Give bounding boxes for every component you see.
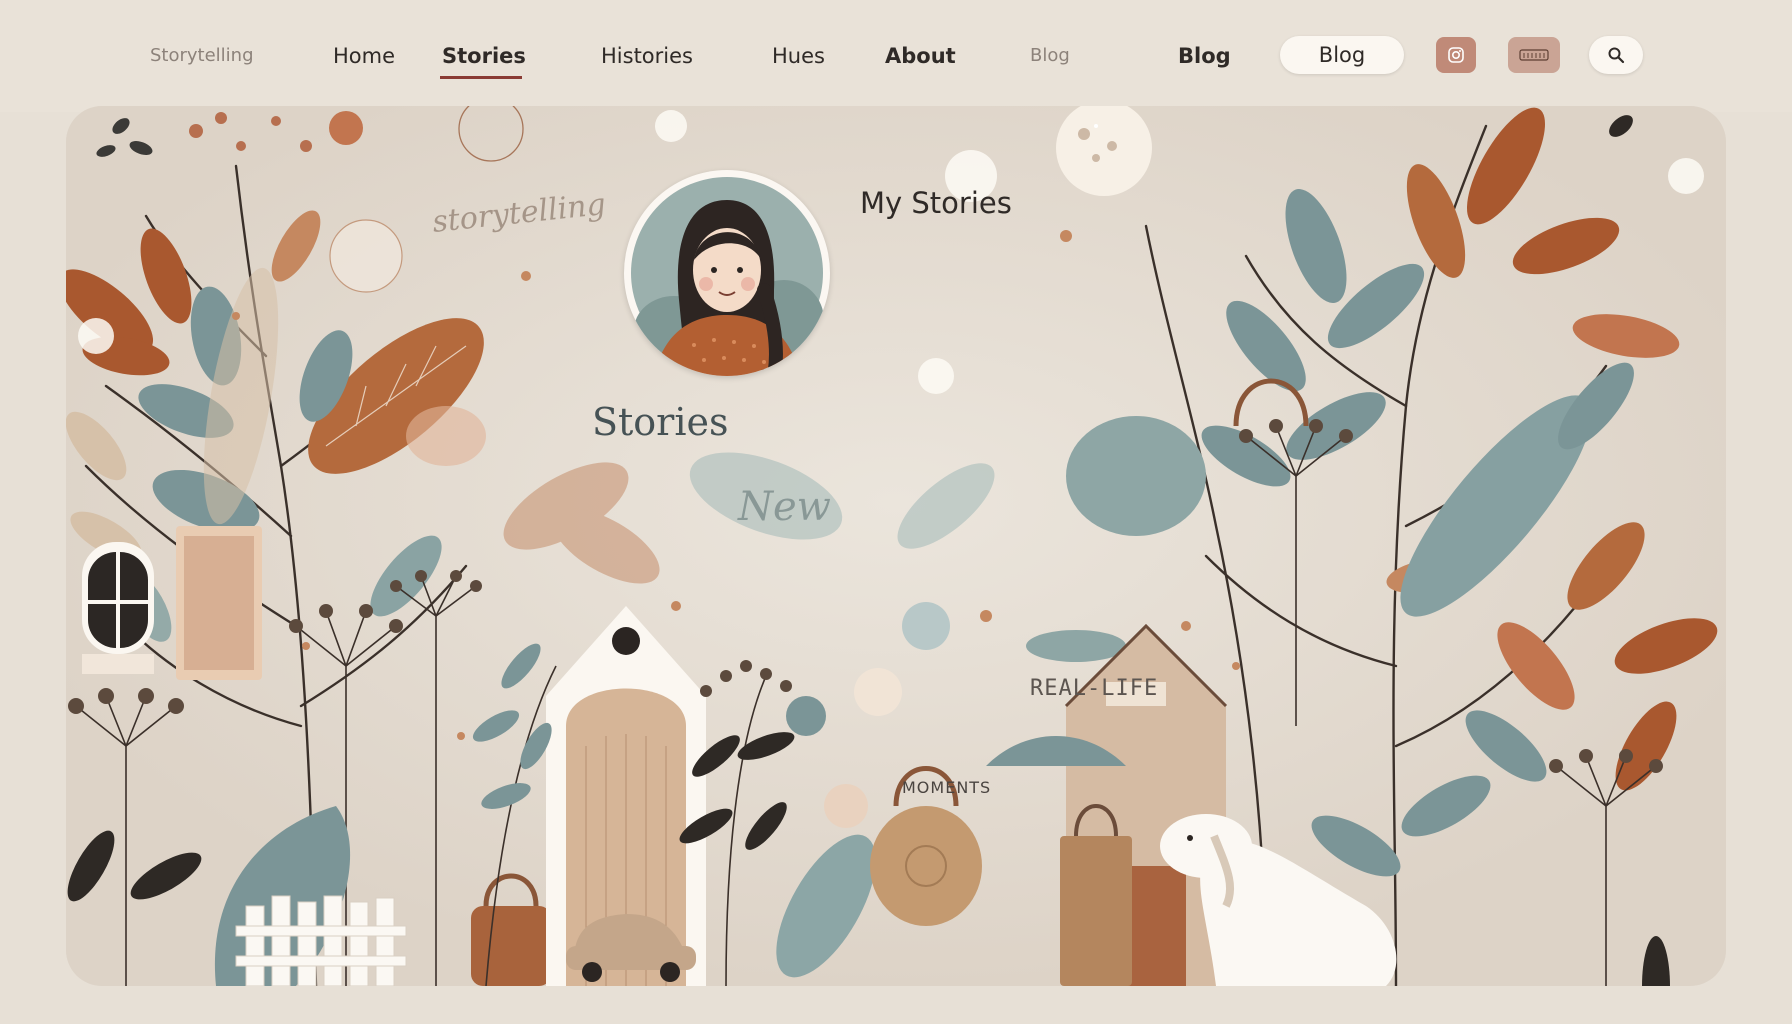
instagram-button[interactable] (1436, 37, 1476, 73)
handwritten-new: New (738, 484, 831, 530)
search-icon (1608, 47, 1625, 64)
active-tab-indicator (440, 76, 522, 79)
nav-blog-faint[interactable]: Blog (1030, 38, 1070, 74)
avatar-portrait (631, 177, 824, 376)
nav-about[interactable]: About (885, 38, 956, 74)
moments-label: MOMENTS (902, 778, 992, 797)
nav-home[interactable]: Home (333, 38, 395, 74)
profile-avatar[interactable] (624, 170, 830, 376)
profile-title[interactable]: My Stories (860, 186, 1012, 220)
nav-hues[interactable]: Hues (772, 38, 825, 74)
top-navigation: Storytelling Home Stories Histories Hues… (0, 0, 1792, 112)
nav-histories[interactable]: Histories (601, 38, 693, 74)
linkedin-button[interactable] (1508, 37, 1560, 73)
hero-illustration: My Stories storytelling Stories New REAL… (66, 106, 1726, 986)
instagram-icon (1448, 47, 1464, 63)
botanical-illustration (66, 106, 1726, 986)
brand-logo[interactable]: Storytelling (150, 38, 254, 74)
blog-button[interactable]: Blog (1280, 36, 1404, 74)
nav-stories[interactable]: Stories (442, 38, 526, 74)
linkedin-icon (1519, 49, 1549, 61)
real-life-label: REAL-LIFE (1030, 676, 1159, 701)
nav-blog[interactable]: Blog (1178, 38, 1231, 74)
search-button[interactable] (1589, 36, 1643, 74)
stories-heading[interactable]: Stories (592, 400, 729, 444)
